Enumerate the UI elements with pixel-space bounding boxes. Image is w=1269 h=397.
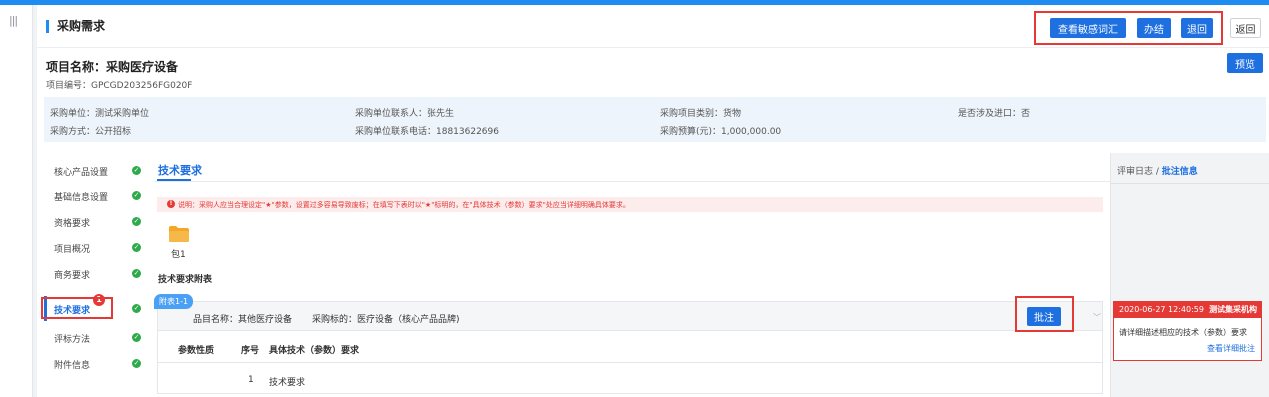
comment-org: 测试集采机构: [1209, 305, 1258, 314]
purchasing-budget: 采购预算(元)：1,000,000.00: [660, 127, 782, 137]
purchase-target: 采购标的：医疗设备（核心产品品牌): [312, 315, 460, 325]
back-button[interactable]: 返回: [1230, 18, 1261, 38]
sidebar-item-business[interactable]: 商务要求 ✓: [44, 261, 154, 286]
sidebar-item-core-product[interactable]: 核心产品设置 ✓: [44, 158, 154, 183]
header-row: 采购需求 查看敏感词汇 办结 退回 返回: [37, 5, 1269, 48]
sidebar-item-label: 资格要求: [54, 219, 91, 229]
sidebar-item-label: 项目概况: [54, 245, 91, 255]
sidebar-item-label: 附件信息: [54, 361, 91, 371]
sidebar-item-label: 核心产品设置: [54, 168, 109, 178]
view-sensitive-words-button[interactable]: 查看敏感词汇: [1050, 18, 1126, 38]
finish-button[interactable]: 办结: [1137, 18, 1171, 38]
unit-phone: 采购单位联系电话：18813622696: [355, 127, 499, 137]
sidebar-item-label: 商务要求: [54, 271, 91, 281]
sidebar-item-attachments[interactable]: 附件信息 ✓: [44, 351, 154, 376]
annotate-highlight: [1015, 296, 1074, 332]
comment-text: 请详细描述相应的技术（参数）要求: [1119, 328, 1247, 337]
annotation-info-tab[interactable]: 批注信息: [1162, 167, 1198, 177]
divider: [154, 181, 1110, 182]
check-icon: ✓: [132, 269, 141, 278]
check-icon: ✓: [132, 304, 141, 313]
note-bar: ! 说明：采购人应当合理设定"★"参数，设置过多容易导致废标；在填写下表时以"★…: [157, 197, 1103, 212]
purchasing-method: 采购方式：公开招标: [50, 127, 132, 137]
preview-button[interactable]: 预览: [1227, 53, 1263, 73]
section-title: 技术要求: [158, 164, 202, 177]
view-comment-link[interactable]: 查看详细批注: [1207, 343, 1255, 354]
column-header-row: 参数性质 序号 具体技术（参数）要求: [158, 331, 1102, 363]
table-cell-seq: 1: [248, 375, 254, 385]
alert-icon: !: [167, 200, 175, 208]
left-rail: |||: [0, 5, 33, 397]
comment-card: 2020-06-27 12:40:59 测试集采机构 请详细描述相应的技术（参数…: [1113, 301, 1262, 361]
requirements-table: 品目名称：其他医疗设备 采购标的：医疗设备（核心产品品牌) 批注 ﹀ 附表1-1…: [154, 294, 1103, 394]
comment-header: 2020-06-27 12:40:59 测试集采机构: [1114, 302, 1261, 318]
comment-time: 2020-06-27 12:40:59: [1119, 305, 1204, 314]
item-name: 品目名称：其他医疗设备: [193, 315, 293, 325]
divider: [1111, 183, 1269, 184]
sidebar-item-evaluation[interactable]: 评标方法 ✓: [44, 325, 154, 350]
check-icon: ✓: [132, 191, 141, 200]
sidebar-item-basic-info[interactable]: 基础信息设置 ✓: [44, 183, 154, 208]
sidebar-item-label: 评标方法: [54, 335, 91, 345]
review-panel: 评审日志 / 批注信息 2020-06-27 12:40:59 测试集采机构 请…: [1110, 153, 1269, 397]
sidebar-item-label: 基础信息设置: [54, 193, 109, 203]
main-panel: 采购需求 查看敏感词汇 办结 退回 返回 预览 项目名称：采购医疗设备 项目编号…: [37, 5, 1269, 397]
import-flag: 是否涉及进口：否: [958, 109, 1031, 119]
appendix-tag: 附表1-1: [154, 294, 194, 309]
folder-icon[interactable]: [169, 226, 189, 242]
check-icon: ✓: [132, 333, 141, 342]
sidebar-item-overview[interactable]: 项目概况 ✓: [44, 235, 154, 260]
note-text: 说明：采购人应当合理设定"★"参数，设置过多容易导致废标；在填写下表时以"★"标…: [178, 201, 630, 209]
check-icon: ✓: [132, 217, 141, 226]
column-header: 参数性质: [178, 346, 215, 356]
project-name: 项目名称：采购医疗设备: [46, 60, 179, 74]
chevron-down-icon[interactable]: ﹀: [1093, 312, 1101, 323]
check-icon: ✓: [132, 166, 141, 175]
project-category: 采购项目类别：货物: [660, 109, 742, 119]
page-title: 采购需求: [46, 20, 105, 33]
side-nav: 核心产品设置 ✓ 基础信息设置 ✓ 资格要求 ✓ 项目概况 ✓ 商务要求 ✓ 技…: [41, 153, 154, 397]
check-icon: ✓: [132, 243, 141, 252]
check-icon: ✓: [132, 359, 141, 368]
purchasing-unit: 采购单位：测试采购单位: [50, 109, 150, 119]
review-log-tab[interactable]: 评审日志 /: [1117, 167, 1162, 177]
technical-requirements-content: 技术要求 ! 说明：采购人应当合理设定"★"参数，设置过多容易导致废标；在填写下…: [154, 153, 1110, 397]
package-label[interactable]: 包1: [171, 247, 186, 260]
column-header: 具体技术（参数）要求: [269, 346, 360, 356]
unit-contact: 采购单位联系人：张先生: [355, 109, 455, 119]
project-code: 项目编号：GPCGD203256FG020F: [46, 81, 193, 91]
review-panel-title: 评审日志 / 批注信息: [1117, 164, 1198, 177]
technical-highlight: [41, 297, 113, 319]
appendix-title: 技术要求附表: [158, 275, 213, 285]
menu-icon[interactable]: |||: [9, 14, 18, 27]
sidebar-item-qualification[interactable]: 资格要求 ✓: [44, 209, 154, 234]
project-info-box: 采购单位：测试采购单位 采购单位联系人：张先生 采购项目类别：货物 是否涉及进口…: [44, 97, 1266, 142]
column-header: 序号: [241, 346, 260, 356]
return-button[interactable]: 退回: [1181, 18, 1213, 38]
table-header: 品目名称：其他医疗设备 采购标的：医疗设备（核心产品品牌) 批注 ﹀: [158, 302, 1102, 331]
table-cell-requirement: 技术要求: [269, 378, 306, 388]
